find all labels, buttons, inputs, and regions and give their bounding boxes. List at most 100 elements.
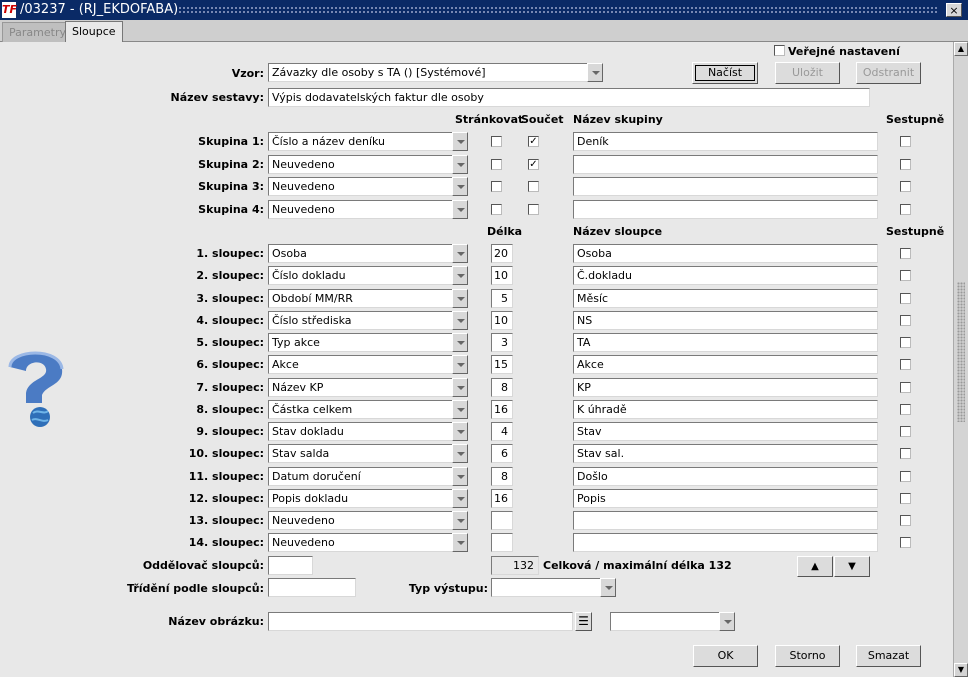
- column-length-input[interactable]: 16: [491, 399, 513, 419]
- column-descending-checkbox[interactable]: [900, 403, 911, 415]
- chevron-down-icon[interactable]: [452, 288, 468, 308]
- column-select[interactable]: Akce: [268, 355, 468, 375]
- chevron-down-icon[interactable]: [452, 132, 468, 151]
- column-length-input[interactable]: 4: [491, 422, 513, 441]
- group-select-value[interactable]: Číslo a název deníku: [268, 132, 452, 151]
- group-select-value[interactable]: Neuvedeno: [268, 199, 452, 219]
- image-type-select[interactable]: [610, 612, 735, 631]
- column-length-input[interactable]: 8: [491, 377, 513, 397]
- column-name-input[interactable]: Stav: [573, 422, 878, 441]
- column-descending-checkbox[interactable]: [900, 314, 911, 326]
- paging-checkbox[interactable]: [491, 158, 502, 170]
- column-length-input[interactable]: 15: [491, 355, 513, 375]
- column-select-value[interactable]: Datum doručení: [268, 466, 452, 486]
- chevron-down-icon[interactable]: [452, 266, 468, 286]
- sort-input[interactable]: [268, 578, 356, 597]
- separator-input[interactable]: [268, 556, 313, 575]
- column-length-input[interactable]: 6: [491, 444, 513, 464]
- column-descending-checkbox[interactable]: [900, 470, 911, 482]
- column-descending-checkbox[interactable]: [900, 381, 911, 393]
- column-descending-checkbox[interactable]: [900, 426, 911, 437]
- sum-checkbox[interactable]: [528, 203, 539, 215]
- column-select[interactable]: Typ akce: [268, 333, 468, 352]
- column-select[interactable]: Osoba: [268, 244, 468, 263]
- column-descending-checkbox[interactable]: [900, 292, 911, 304]
- tab-parametry[interactable]: Parametry: [2, 22, 73, 42]
- column-select[interactable]: Číslo střediska: [268, 310, 468, 330]
- column-select-value[interactable]: Stav salda: [268, 444, 452, 464]
- ok-button[interactable]: OK: [693, 645, 758, 667]
- column-descending-checkbox[interactable]: [900, 337, 911, 348]
- column-length-input[interactable]: 16: [491, 488, 513, 508]
- public-setting-checkbox[interactable]: [774, 45, 785, 56]
- vertical-scrollbar[interactable]: ▲ ▼: [953, 42, 968, 677]
- column-select[interactable]: Částka celkem: [268, 399, 468, 419]
- column-select-value[interactable]: Neuvedeno: [268, 511, 452, 530]
- column-select-value[interactable]: Částka celkem: [268, 399, 452, 419]
- group-name-input[interactable]: [573, 199, 878, 219]
- chevron-down-icon[interactable]: [452, 333, 468, 352]
- column-descending-checkbox[interactable]: [900, 270, 911, 282]
- column-select-value[interactable]: Číslo střediska: [268, 310, 452, 330]
- column-select[interactable]: Číslo dokladu: [268, 266, 468, 286]
- storno-button[interactable]: Storno: [775, 645, 840, 667]
- report-name-input[interactable]: Výpis dodavatelských faktur dle osoby: [268, 88, 870, 107]
- group-select[interactable]: Číslo a název deníku: [268, 132, 468, 151]
- vzor-select-value[interactable]: Závazky dle osoby s TA () [Systémové]: [268, 63, 587, 82]
- column-select-value[interactable]: Typ akce: [268, 333, 452, 352]
- column-descending-checkbox[interactable]: [900, 492, 911, 504]
- group-name-input[interactable]: [573, 154, 878, 174]
- column-length-input[interactable]: 10: [491, 310, 513, 330]
- vzor-select[interactable]: Závazky dle osoby s TA () [Systémové]: [268, 63, 603, 82]
- close-button[interactable]: ×: [946, 3, 962, 17]
- column-select[interactable]: Stav dokladu: [268, 422, 468, 441]
- group-name-input[interactable]: Deník: [573, 132, 878, 151]
- chevron-down-icon[interactable]: [452, 511, 468, 530]
- save-button[interactable]: Uložit: [775, 62, 840, 84]
- output-type-select[interactable]: [491, 578, 616, 597]
- column-descending-checkbox[interactable]: [900, 359, 911, 371]
- paging-checkbox[interactable]: [491, 136, 502, 147]
- chevron-down-icon[interactable]: [452, 466, 468, 486]
- column-select[interactable]: Datum doručení: [268, 466, 468, 486]
- column-name-input[interactable]: [573, 511, 878, 530]
- sum-checkbox[interactable]: ✓: [528, 136, 539, 147]
- column-select-value[interactable]: Název KP: [268, 377, 452, 397]
- load-button[interactable]: Načíst: [692, 62, 758, 84]
- image-type-value[interactable]: [610, 612, 719, 631]
- scroll-up-icon[interactable]: ▲: [954, 42, 968, 56]
- sum-checkbox[interactable]: ✓: [528, 158, 539, 170]
- column-descending-checkbox[interactable]: [900, 537, 911, 549]
- output-type-value[interactable]: [491, 578, 600, 597]
- column-select[interactable]: Stav salda: [268, 444, 468, 464]
- column-select-value[interactable]: Stav dokladu: [268, 422, 452, 441]
- sum-checkbox[interactable]: [528, 181, 539, 192]
- column-name-input[interactable]: Akce: [573, 355, 878, 375]
- chevron-down-icon[interactable]: [452, 310, 468, 330]
- column-select-value[interactable]: Období MM/RR: [268, 288, 452, 308]
- column-name-input[interactable]: Stav sal.: [573, 444, 878, 464]
- move-down-button[interactable]: ▼: [834, 556, 870, 577]
- group-select-value[interactable]: Neuvedeno: [268, 154, 452, 174]
- chevron-down-icon[interactable]: [600, 578, 616, 597]
- column-name-input[interactable]: Č.dokladu: [573, 266, 878, 286]
- chevron-down-icon[interactable]: [452, 154, 468, 174]
- column-length-input[interactable]: 20: [491, 244, 513, 263]
- column-select-value[interactable]: Číslo dokladu: [268, 266, 452, 286]
- column-length-input[interactable]: 5: [491, 288, 513, 308]
- column-select-value[interactable]: Akce: [268, 355, 452, 375]
- group-select[interactable]: Neuvedeno: [268, 177, 468, 196]
- column-name-input[interactable]: Došlo: [573, 466, 878, 486]
- column-select[interactable]: Neuvedeno: [268, 533, 468, 553]
- image-name-input[interactable]: [268, 612, 573, 631]
- column-length-input[interactable]: [491, 511, 513, 530]
- group-name-input[interactable]: [573, 177, 878, 196]
- chevron-down-icon[interactable]: [452, 377, 468, 397]
- column-length-input[interactable]: [491, 533, 513, 553]
- chevron-down-icon[interactable]: [452, 422, 468, 441]
- column-descending-checkbox[interactable]: [900, 248, 911, 259]
- column-select[interactable]: Popis dokladu: [268, 488, 468, 508]
- column-name-input[interactable]: NS: [573, 310, 878, 330]
- list-icon[interactable]: ☰: [575, 612, 592, 631]
- column-name-input[interactable]: Měsíc: [573, 288, 878, 308]
